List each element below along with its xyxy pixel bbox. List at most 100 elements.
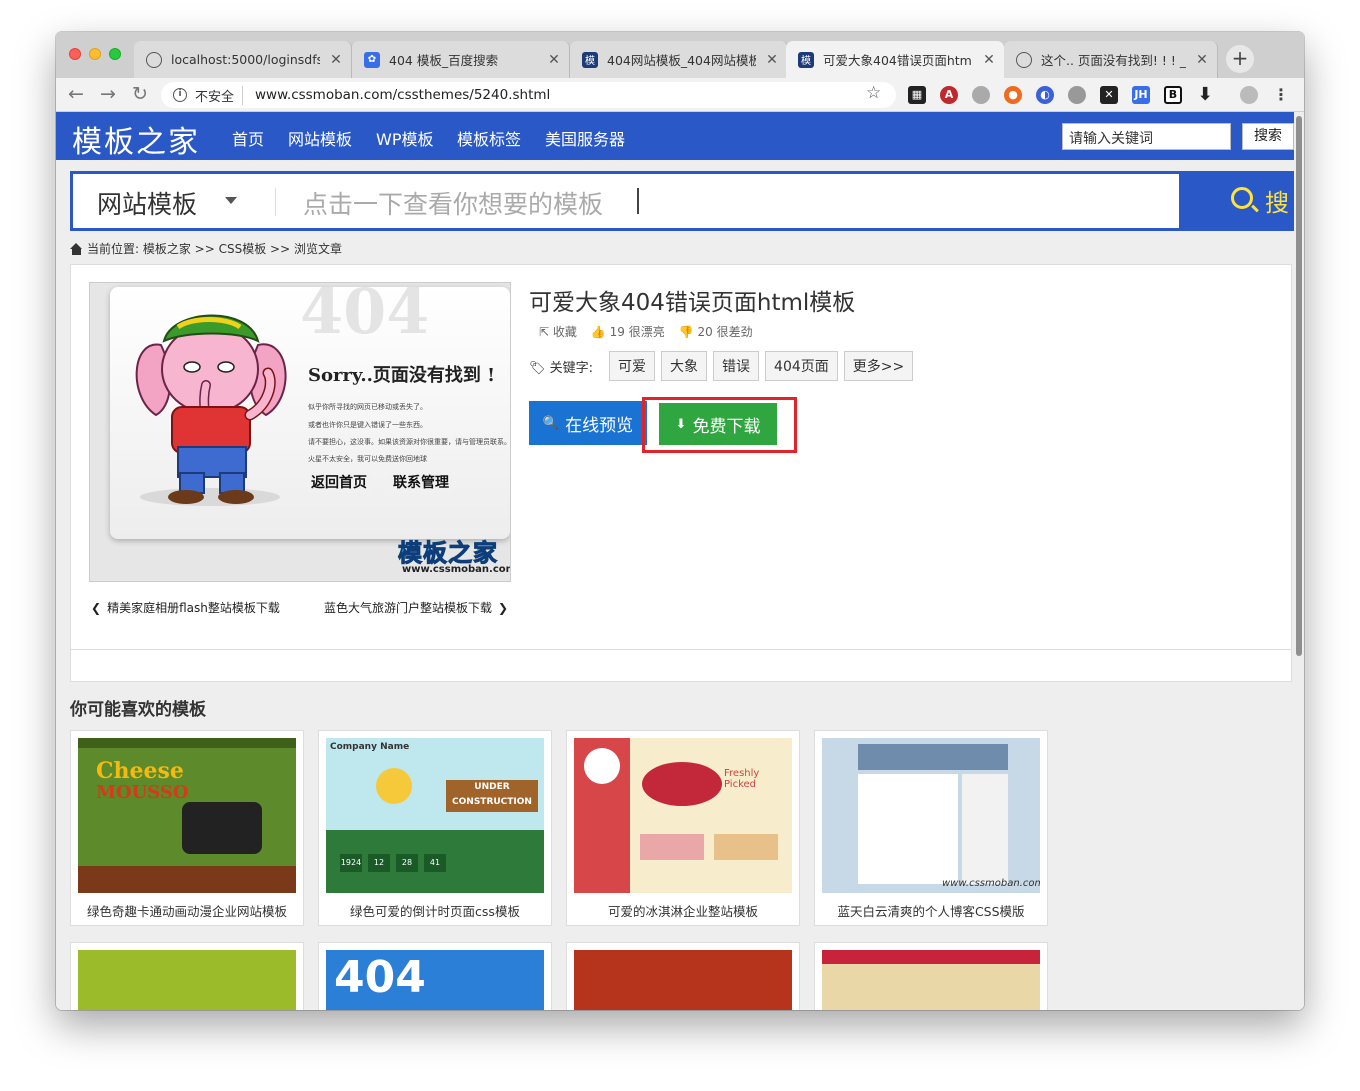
template-thumbnail[interactable]: Cheese MOUSSO (78, 738, 296, 893)
favorite-action[interactable]: ⇱ 收藏 (539, 323, 577, 340)
related-template-card[interactable]: Company Name UNDER CONSTRUCTION 1924 12 2… (318, 730, 552, 926)
prev-article-title[interactable]: 精美家庭相册flash整站模板下载 (107, 599, 280, 616)
close-icon[interactable]: ✕ (982, 52, 996, 68)
search-category-select[interactable]: 网站模板 (97, 185, 197, 221)
next-article-link[interactable]: 蓝色大气旅游门户整站模板下载 ❯ (324, 599, 508, 616)
template-thumbnail[interactable] (78, 950, 296, 1010)
thumbs-up-icon: 👍 (590, 325, 610, 339)
url-text[interactable]: www.cssmoban.com/cssthemes/5240.shtml (251, 87, 550, 103)
template-thumbnail[interactable] (822, 950, 1040, 1010)
keyword-tag[interactable]: 错误 (713, 351, 760, 381)
close-window-button[interactable] (69, 48, 81, 60)
keyword-more-link[interactable]: 更多>> (843, 351, 914, 381)
close-icon[interactable]: ✕ (765, 52, 779, 68)
page-scrollbar[interactable] (1296, 116, 1302, 656)
keyword-tag[interactable]: 404页面 (765, 351, 838, 381)
preview-contact-button: 联系管理 (390, 471, 452, 493)
nav-wp-templates[interactable]: WP模板 (376, 126, 433, 150)
template-caption[interactable]: 绿色可爱的倒计时页面css模板 (319, 901, 551, 920)
bookmark-star-icon[interactable]: ☆ (866, 83, 881, 103)
nav-us-servers[interactable]: 美国服务器 (545, 126, 625, 150)
address-bar[interactable]: i 不安全 www.cssmoban.com/cssthemes/5240.sh… (161, 82, 896, 108)
globe-icon (146, 51, 162, 68)
forward-arrow-icon[interactable]: → (100, 83, 116, 105)
ext-orange-icon[interactable]: ● (1004, 86, 1022, 104)
browser-tab-3[interactable]: 模 404网站模板_404网站模板... ✕ (570, 41, 788, 78)
template-thumbnail[interactable]: www.cssmoban.com (822, 738, 1040, 893)
dislike-action[interactable]: 👎 20 很差劲 (679, 323, 753, 340)
template-thumbnail[interactable]: Company Name UNDER CONSTRUCTION 1924 12 2… (326, 738, 544, 893)
zoom-window-button[interactable] (109, 48, 121, 60)
main-search-bar: 网站模板 点击一下查看你想要的模板 搜 (70, 171, 1294, 231)
related-template-card[interactable]: www.cssmoban.com 蓝天白云清爽的个人博客CSS模版 (814, 730, 1048, 926)
new-tab-button[interactable]: + (1226, 45, 1254, 73)
article-panel: 404 Sorry..页面没有找到 ! 似乎你所寻找的网页已移动或丢失了。 或者… (70, 264, 1292, 682)
panel-divider (71, 649, 1291, 650)
template-thumbnail[interactable]: 404 (326, 950, 544, 1010)
next-article-title[interactable]: 蓝色大气旅游门户整站模板下载 (324, 599, 492, 616)
ext-b-icon[interactable]: B (1164, 86, 1182, 104)
ext-blue-icon[interactable]: ◐ (1036, 86, 1054, 104)
close-icon[interactable]: ✕ (329, 52, 343, 68)
related-template-card[interactable]: Freshly Picked 可爱的冰淇淋企业整站模板 (566, 730, 800, 926)
template-caption[interactable]: 绿色奇趣卡通动画动漫企业网站模板 (71, 901, 303, 920)
main-search-input[interactable]: 点击一下查看你想要的模板 (303, 185, 603, 221)
nav-home[interactable]: 首页 (232, 126, 264, 150)
browser-tab-1[interactable]: localhost:5000/loginsdfs ✕ (134, 41, 352, 78)
like-action[interactable]: 👍 19 很漂亮 (591, 323, 665, 340)
template-thumbnail[interactable]: Freshly Picked (574, 738, 792, 893)
keyword-tag[interactable]: 大象 (661, 351, 708, 381)
related-template-card[interactable]: 404 (318, 942, 552, 1010)
template-caption[interactable]: 蓝天白云清爽的个人博客CSS模版 (815, 901, 1047, 920)
preview-text-line: 或者也许你只是键入错误了一些东西。 (308, 421, 427, 429)
profile-avatar-icon[interactable] (1240, 86, 1258, 104)
breadcrumb: 当前位置: 模板之家 >> CSS模板 >> 浏览文章 (70, 240, 342, 257)
keyword-tag[interactable]: 可爱 (609, 351, 656, 381)
prev-article-link[interactable]: ❮ 精美家庭相册flash整站模板下载 (91, 599, 280, 616)
close-icon[interactable]: ✕ (1195, 52, 1209, 68)
chevron-down-icon[interactable] (225, 197, 237, 204)
tab-title: localhost:5000/loginsdfs (171, 52, 320, 67)
browser-toolbar: ← → ↻ i 不安全 www.cssmoban.com/cssthemes/5… (56, 78, 1304, 112)
main-search-button[interactable]: 搜 (1179, 171, 1294, 231)
template-preview-image[interactable]: 404 Sorry..页面没有找到 ! 似乎你所寻找的网页已移动或丢失了。 或者… (89, 282, 511, 582)
reload-icon[interactable]: ↻ (132, 83, 148, 105)
header-search-input[interactable]: 请输入关键词 (1062, 123, 1231, 150)
baidu-paw-icon: ✿ (364, 51, 380, 68)
ext-x-icon[interactable]: ✕ (1100, 86, 1118, 104)
tab-title: 可爱大象404错误页面html模 (823, 53, 973, 68)
template-caption[interactable]: 可爱的冰淇淋企业整站模板 (567, 901, 799, 920)
back-arrow-icon[interactable]: ← (68, 83, 84, 105)
info-icon[interactable]: i (173, 88, 187, 102)
adblock-icon[interactable]: A (940, 86, 958, 104)
breadcrumb-text[interactable]: 当前位置: 模板之家 >> CSS模板 >> 浏览文章 (87, 240, 342, 257)
preview-text-line: 似乎你所寻找的网页已移动或丢失了。 (308, 403, 427, 411)
watermark-logo: 模板之家 (398, 539, 498, 568)
tab-title: 这个.. 页面没有找到! ! ! _ (1041, 53, 1186, 68)
download-icon[interactable]: ⬇ (1196, 86, 1214, 104)
minimize-window-button[interactable] (89, 48, 101, 60)
menu-kebab-icon[interactable]: ⋮ (1272, 86, 1290, 104)
browser-tab-4[interactable]: 模 可爱大象404错误页面html模 ✕ (786, 41, 1004, 78)
chevron-right-icon: ❯ (498, 600, 509, 615)
site-logo[interactable]: 模板之家 (72, 117, 200, 161)
ext-gray-icon[interactable] (1068, 86, 1086, 104)
nav-website-templates[interactable]: 网站模板 (288, 126, 352, 150)
header-search-button[interactable]: 搜索 (1242, 123, 1294, 150)
globe-ext-icon[interactable] (972, 86, 990, 104)
related-template-card[interactable] (814, 942, 1048, 1010)
browser-tab-5[interactable]: 这个.. 页面没有找到! ! ! _ ✕ (1004, 41, 1218, 78)
related-template-card[interactable] (566, 942, 800, 1010)
globe-icon (1016, 51, 1032, 68)
ext-jh-icon[interactable]: JH (1132, 86, 1150, 104)
related-template-card[interactable]: Cheese MOUSSO 绿色奇趣卡通动画动漫企业网站模板 (70, 730, 304, 926)
related-template-card[interactable] (70, 942, 304, 1010)
nav-template-tags[interactable]: 模板标签 (457, 126, 521, 150)
security-label[interactable]: 不安全 (195, 85, 244, 105)
browser-tab-2[interactable]: ✿ 404 模板_百度搜索 ✕ (352, 41, 570, 78)
online-preview-button[interactable]: 🔍 在线预览 (529, 401, 647, 445)
tab-strip: localhost:5000/loginsdfs ✕ ✿ 404 模板_百度搜索… (56, 32, 1304, 78)
qr-code-icon[interactable]: ▦ (908, 86, 926, 104)
close-icon[interactable]: ✕ (547, 52, 561, 68)
template-thumbnail[interactable] (574, 950, 792, 1010)
